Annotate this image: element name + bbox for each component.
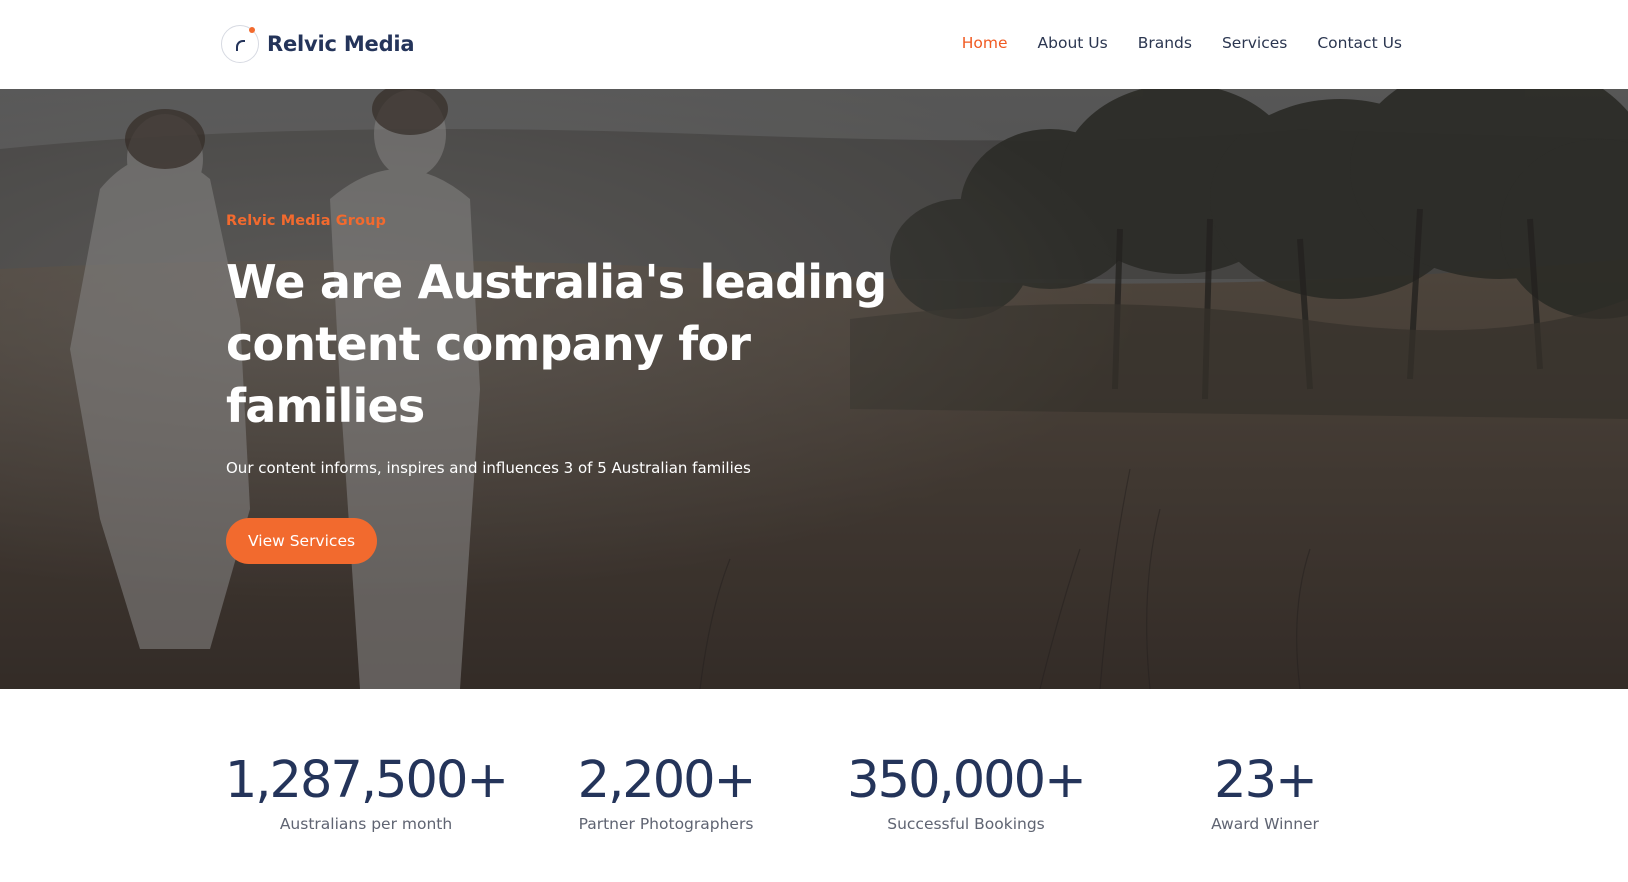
- logo-arc: [236, 40, 245, 51]
- logo-icon: [221, 25, 259, 63]
- stat-bookings: 350,000+ Successful Bookings: [816, 751, 1116, 833]
- nav-about-us[interactable]: About Us: [1038, 34, 1108, 52]
- nav-contact-us[interactable]: Contact Us: [1317, 34, 1402, 52]
- stat-label: Partner Photographers: [578, 815, 754, 833]
- stat-value: 23+: [1214, 751, 1318, 810]
- view-services-button[interactable]: View Services: [226, 518, 378, 564]
- nav-home[interactable]: Home: [962, 34, 1008, 52]
- nav-services[interactable]: Services: [1222, 34, 1287, 52]
- nav-brands[interactable]: Brands: [1138, 34, 1192, 52]
- stat-value: 350,000+: [847, 751, 1087, 810]
- logo-text: Relvic Media: [267, 32, 415, 56]
- stat-label: Australians per month: [279, 815, 453, 833]
- stat-awards: 23+ Award Winner: [1115, 751, 1415, 833]
- hero-eyebrow: Relvic Media Group: [226, 213, 386, 229]
- stat-australians: 1,287,500+ Australians per month: [216, 751, 516, 833]
- stat-photographers: 2,200+ Partner Photographers: [516, 751, 816, 833]
- hero-subtext: Our content informs, inspires and influe…: [226, 459, 751, 477]
- stat-value: 2,200+: [577, 751, 757, 810]
- stats-section: 1,287,500+ Australians per month 2,200+ …: [0, 689, 1628, 882]
- stat-label: Award Winner: [1211, 815, 1319, 833]
- stat-value: 1,287,500+: [224, 751, 509, 810]
- main-nav: Home About Us Brands Services Contact Us: [962, 34, 1402, 52]
- site-header: Relvic Media Home About Us Brands Servic…: [0, 0, 1628, 89]
- hero-content: Relvic Media Group We are Australia's le…: [226, 213, 946, 564]
- hero-section: Relvic Media Group We are Australia's le…: [0, 89, 1628, 689]
- logo-link[interactable]: Relvic Media: [221, 24, 415, 64]
- stat-label: Successful Bookings: [887, 815, 1045, 833]
- hero-headline: We are Australia's leading content compa…: [226, 255, 887, 433]
- logo-dot: [249, 27, 255, 33]
